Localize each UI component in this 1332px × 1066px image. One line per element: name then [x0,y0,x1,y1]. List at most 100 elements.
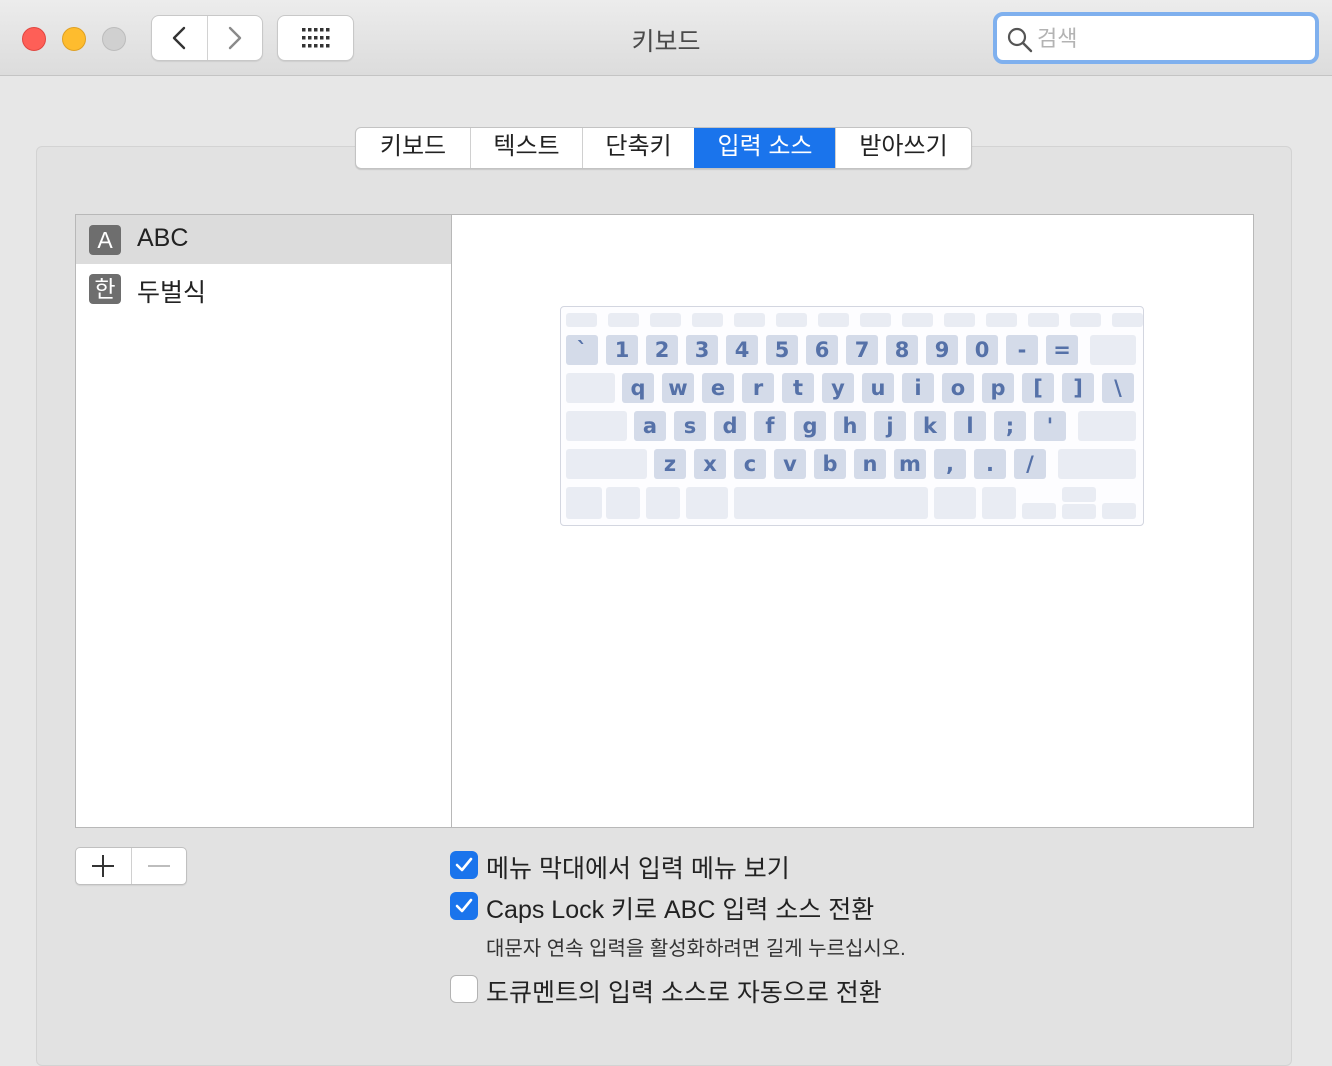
auto-switch-label: 도큐멘트의 입력 소스로 자동으로 전환 [486,979,882,1007]
keyboard-key: [ [1022,373,1054,403]
add-input-source-button[interactable] [76,848,131,884]
list-item-label: 두벌식 [137,279,207,307]
modifier-key [1078,411,1136,441]
function-key [1070,313,1101,327]
function-key [566,313,597,327]
show-input-menu-label: 메뉴 막대에서 입력 메뉴 보기 [486,855,790,883]
keyboard-key: w [662,373,694,403]
function-key [1112,313,1143,327]
checkmark-icon [455,857,473,872]
keyboard-key: \ [1102,373,1134,403]
arrow-key [1022,503,1056,519]
keyboard-key: t [782,373,814,403]
arrow-key [1102,503,1136,519]
modifier-key [1058,449,1136,479]
keyboard-key: r [742,373,774,403]
keyboard-key: 3 [686,335,718,365]
checkmark-icon [455,898,473,913]
function-key [818,313,849,327]
tab-input-sources[interactable]: 입력 소스 [694,128,835,168]
keyboard-key: 9 [926,335,958,365]
keyboard-key: . [974,449,1006,479]
keyboard-key: k [914,411,946,441]
remove-input-source-button[interactable] [130,848,187,884]
list-item-label: ABC [137,224,189,252]
keyboard-key: i [902,373,934,403]
search-icon [1007,27,1033,53]
tab-keyboard[interactable]: 키보드 [356,128,470,168]
keyboard-key: 8 [886,335,918,365]
function-key [734,313,765,327]
keyboard-key: , [934,449,966,479]
caps-lock-switch-checkbox[interactable] [450,892,478,920]
tab-bar: 키보드 텍스트 단축키 입력 소스 받아쓰기 [355,127,972,169]
function-key [692,313,723,327]
tab-shortcuts[interactable]: 단축키 [582,128,694,168]
keyboard-key: m [894,449,926,479]
keyboard-key: z [654,449,686,479]
function-key [944,313,975,327]
keyboard-key: 7 [846,335,878,365]
modifier-key [566,411,627,441]
keyboard-key: = [1046,335,1078,365]
arrow-key [1062,504,1096,519]
keyboard-key: p [982,373,1014,403]
list-item-2-set-korean[interactable]: 한 두벌식 [76,264,451,313]
keyboard-key: o [942,373,974,403]
keyboard-key: ` [566,335,598,365]
keyboard-key: g [794,411,826,441]
keyboard-key: j [874,411,906,441]
bottom-row-key [982,487,1016,519]
keyboard-key: 0 [966,335,998,365]
bottom-row-key [686,487,728,519]
auto-switch-checkbox[interactable] [450,975,478,1003]
function-key [986,313,1017,327]
tab-dictation[interactable]: 받아쓰기 [835,128,971,168]
list-item-abc[interactable]: A ABC [76,215,451,264]
function-key [1028,313,1059,327]
keyboard-key: y [822,373,854,403]
keyboard-key: f [754,411,786,441]
minus-icon [147,865,170,867]
bottom-row-key [934,487,976,519]
title-bar: 키보드 [0,0,1332,76]
keyboard-key: c [734,449,766,479]
function-key [776,313,807,327]
plus-icon [92,855,115,877]
hangul-input-icon: 한 [89,274,121,304]
keyboard-key: 5 [766,335,798,365]
keyboard-key: l [954,411,986,441]
modifier-key [566,373,615,403]
keyboard-key: v [774,449,806,479]
modifier-key [1090,335,1136,365]
function-key [608,313,639,327]
keyboard-preview-pane: ` 1 2 3 4 5 6 7 8 9 0- = q w e r t y u i o p [] \ a s d f g h j k l; ' z x c… [451,214,1254,828]
abc-input-icon: A [89,225,121,255]
keyboard-key: a [634,411,666,441]
search-field[interactable] [993,12,1319,64]
add-remove-control [75,847,187,885]
function-key [650,313,681,327]
keyboard-key: h [834,411,866,441]
keyboard-key: x [694,449,726,479]
search-input[interactable] [1035,21,1309,57]
keyboard-key: ; [994,411,1026,441]
keyboard-key: 2 [646,335,678,365]
caps-lock-hint: 대문자 연속 입력을 활성화하려면 길게 누르십시오. [486,938,906,960]
keyboard-key: / [1014,449,1046,479]
function-key [902,313,933,327]
keyboard-key: q [622,373,654,403]
keyboard-key: n [854,449,886,479]
keyboard-key: - [1006,335,1038,365]
arrow-key [1062,487,1096,502]
tab-text[interactable]: 텍스트 [470,128,582,168]
keyboard-key: 6 [806,335,838,365]
show-input-menu-checkbox[interactable] [450,851,478,879]
input-source-list: A ABC 한 두벌식 [75,214,452,828]
keyboard-key: ' [1034,411,1066,441]
bottom-row-key [734,487,928,519]
function-key [860,313,891,327]
bottom-row-key [566,487,602,519]
keyboard-key: s [674,411,706,441]
keyboard-key: d [714,411,746,441]
